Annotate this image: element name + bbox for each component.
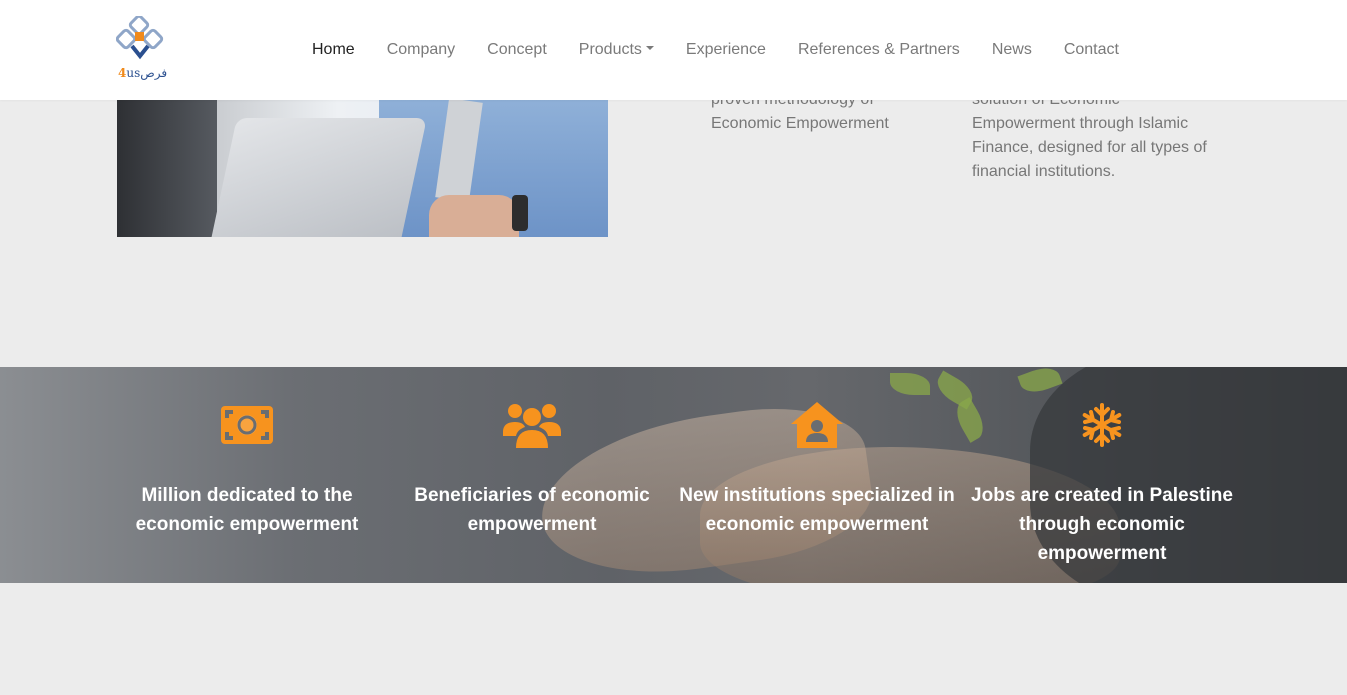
products-text-line: financial institutions. xyxy=(972,163,1116,180)
nav-experience[interactable]: Experience xyxy=(670,41,782,59)
nav-references-partners[interactable]: References & Partners xyxy=(782,41,976,59)
logo-text: 4usفرص xyxy=(118,66,168,80)
users-icon xyxy=(392,401,672,449)
stat-label: Million dedicated to the economic empowe… xyxy=(135,485,359,535)
navbar: 4usفرص Home Company Concept Products Exp… xyxy=(0,0,1347,100)
money-bill-icon xyxy=(107,401,387,449)
products-text-line: Empowerment through Islamic xyxy=(972,115,1189,132)
nav-home[interactable]: Home xyxy=(296,41,371,59)
logo-mark-icon xyxy=(115,14,164,60)
products-text: solution of Economic Empowerment through… xyxy=(972,88,1207,184)
stat-institutions: New institutions specialized in economic… xyxy=(677,367,957,583)
stats-section: Million dedicated to the economic empowe… xyxy=(0,367,1347,583)
stat-label: Jobs are created in Palestine through ec… xyxy=(971,485,1233,564)
main-nav: Home Company Concept Products Experience… xyxy=(296,0,1135,100)
stat-label: New institutions specialized in economic… xyxy=(679,485,955,535)
snowflake-icon xyxy=(962,401,1242,449)
stat-funding: Million dedicated to the economic empowe… xyxy=(107,367,387,583)
nav-company[interactable]: Company xyxy=(371,41,471,59)
house-user-icon xyxy=(677,401,957,449)
concept-text-line: Economic Empowerment xyxy=(711,115,889,132)
nav-news[interactable]: News xyxy=(976,41,1048,59)
products-text-line: Finance, designed for all types of xyxy=(972,139,1207,156)
stat-jobs: Jobs are created in Palestine through ec… xyxy=(962,367,1242,583)
caret-down-icon xyxy=(645,45,654,50)
nav-products-label: Products xyxy=(578,41,642,58)
business-laptop-photo xyxy=(117,100,608,237)
nav-products[interactable]: Products xyxy=(563,41,670,59)
site-logo[interactable]: 4usفرص xyxy=(115,14,170,84)
nav-concept[interactable]: Concept xyxy=(471,41,563,59)
nav-contact[interactable]: Contact xyxy=(1048,41,1135,59)
stat-label: Beneficiaries of economic empowerment xyxy=(414,485,650,535)
stat-beneficiaries: Beneficiaries of economic empowerment xyxy=(392,367,672,583)
